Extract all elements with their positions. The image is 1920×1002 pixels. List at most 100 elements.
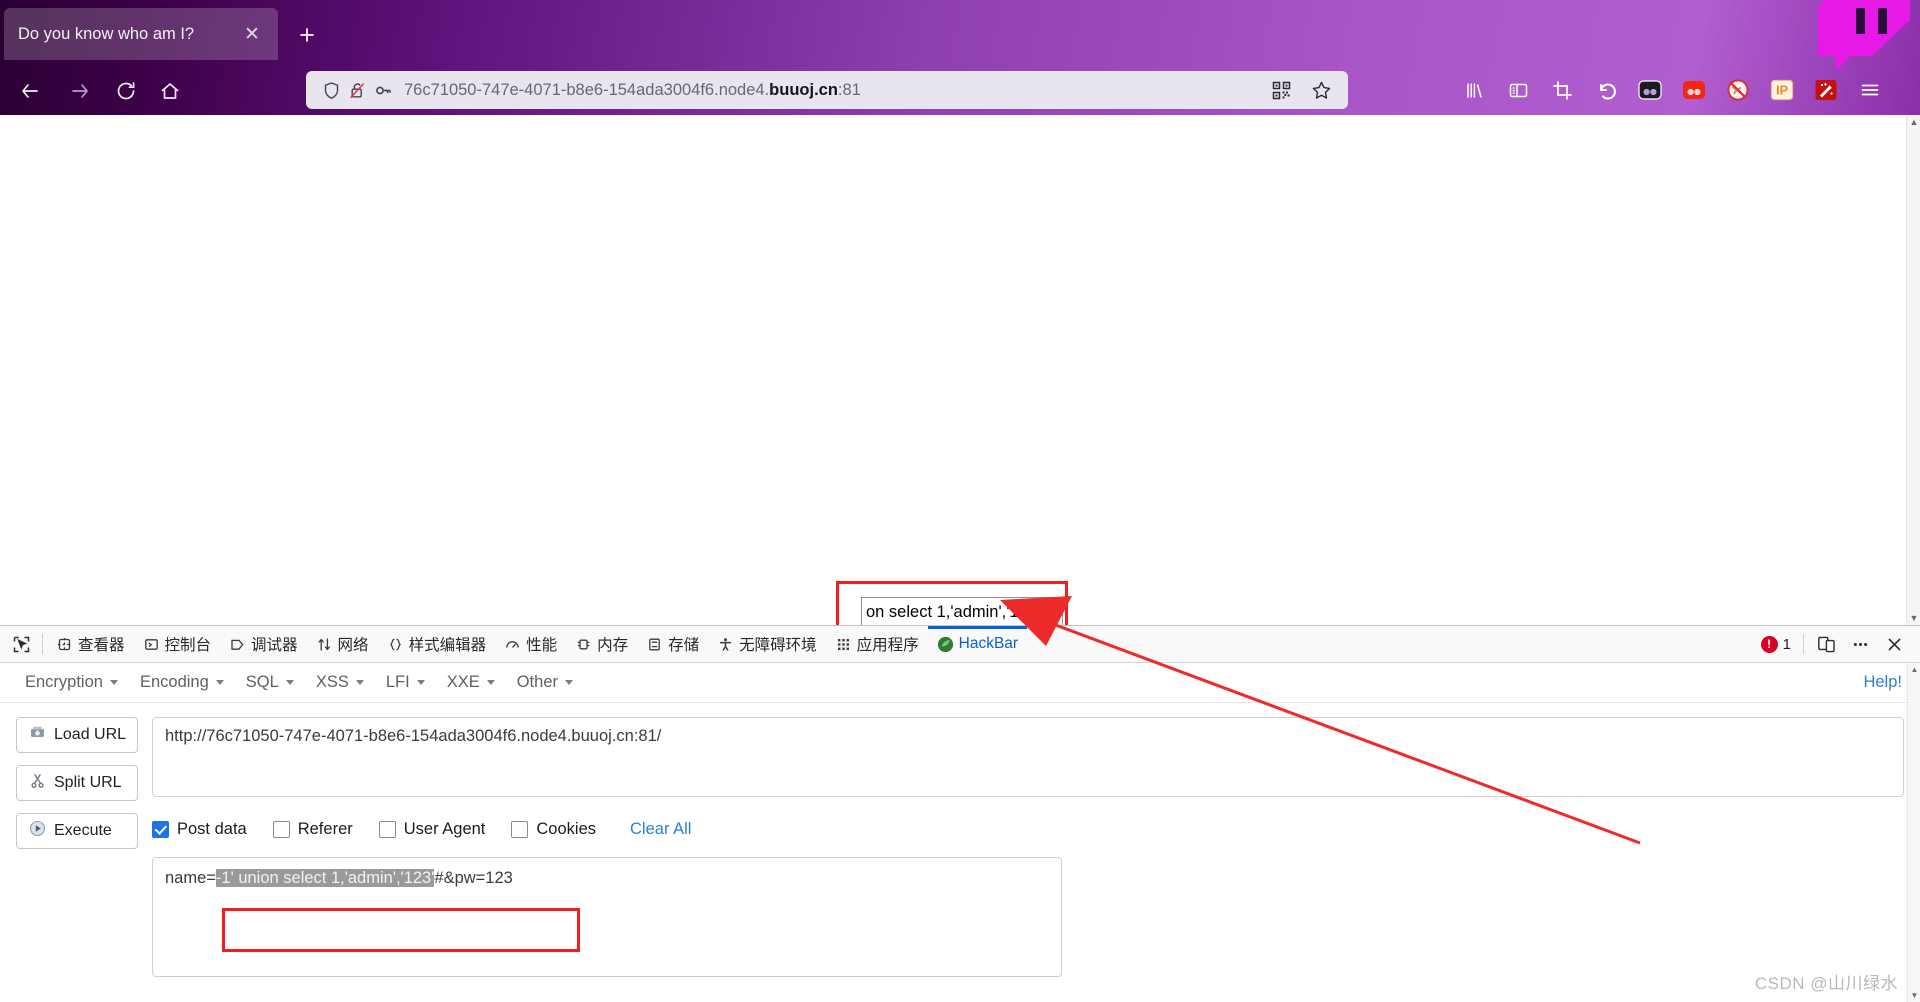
magic-wand-icon[interactable] — [1804, 71, 1848, 109]
scroll-down-arrow-icon[interactable]: ▼ — [1907, 611, 1920, 625]
new-tab-icon[interactable]: + — [292, 20, 322, 50]
checkbox-cookies[interactable]: Cookies — [511, 820, 596, 839]
dark-dots-extension-icon[interactable] — [1628, 71, 1672, 109]
bookmark-star-icon[interactable] — [1308, 77, 1334, 103]
error-count-badge[interactable]: ! 1 — [1760, 635, 1791, 653]
checkbox-user-agent[interactable]: User Agent — [378, 820, 485, 839]
hackbar-menu-sql[interactable]: SQL — [235, 669, 305, 696]
forward-arrow-icon — [62, 73, 98, 109]
toolbar-divider — [42, 634, 43, 654]
watermark: CSDN @山川绿水 — [1754, 974, 1898, 993]
hackbar-panel: Encryption Encoding SQL XSS LFI XXE Othe… — [0, 663, 1920, 977]
devtools-tab-application[interactable]: 应用程序 — [826, 626, 928, 662]
hackbar-menu-lfi[interactable]: LFI — [375, 669, 436, 696]
crop-screenshot-icon[interactable] — [1540, 71, 1584, 109]
button-label: Split URL — [54, 774, 122, 791]
browser-chrome: Do you know who am I? ✕ + 76c71050-747e-… — [0, 0, 1920, 115]
devtools-tab-debugger[interactable]: 调试器 — [220, 626, 307, 662]
devtools-tab-style-editor[interactable]: 样式编辑器 — [378, 626, 496, 662]
menu-label: Other — [516, 673, 558, 691]
element-picker-icon[interactable] — [4, 629, 38, 659]
key-icon[interactable] — [370, 77, 396, 103]
hackbar-menubar: Encryption Encoding SQL XSS LFI XXE Othe… — [0, 663, 1920, 703]
hamburger-menu-icon[interactable] — [1848, 71, 1892, 109]
close-icon[interactable]: ✕ — [240, 22, 264, 46]
menu-label: SQL — [245, 673, 279, 691]
load-url-icon — [29, 724, 46, 746]
devtools-tab-memory[interactable]: 内存 — [566, 626, 637, 662]
url-bar[interactable]: 76c71050-747e-4071-b8e6-154ada3004f6.nod… — [306, 71, 1348, 109]
devtools-tab-label: 性能 — [526, 637, 558, 654]
scroll-up-arrow-icon[interactable]: ▲ — [1907, 115, 1920, 129]
devtools-panel: 查看器 控制台 调试器 网络 样式编辑器 性能 内存 存储 无障碍环境 应用程序… — [0, 625, 1920, 1002]
scissors-icon — [29, 772, 46, 794]
devtools-tab-label: 应用程序 — [856, 637, 919, 654]
menu-label: XXE — [446, 673, 480, 691]
svg-text:IP: IP — [1776, 84, 1788, 98]
navigation-toolbar: 76c71050-747e-4071-b8e6-154ada3004f6.nod… — [0, 66, 1920, 115]
more-options-icon[interactable] — [1844, 629, 1876, 659]
hackbar-menu-xxe[interactable]: XXE — [436, 669, 506, 696]
qr-code-icon[interactable] — [1268, 77, 1294, 103]
hackbar-options-row: Post data Referer User Agent Cookies Cle… — [152, 817, 1904, 841]
split-url-button[interactable]: Split URL — [16, 765, 138, 801]
shield-icon[interactable] — [318, 77, 344, 103]
execute-button[interactable]: Execute — [16, 813, 138, 849]
responsive-design-mode-icon[interactable] — [1810, 629, 1842, 659]
clear-all-link[interactable]: Clear All — [630, 820, 691, 839]
undo-arrow-icon[interactable] — [1584, 71, 1628, 109]
back-arrow-icon[interactable] — [12, 73, 48, 109]
network-icon — [316, 636, 333, 653]
menu-label: XSS — [315, 673, 349, 691]
hackbar-menu-other[interactable]: Other — [506, 669, 584, 696]
sidebar-icon[interactable] — [1496, 71, 1540, 109]
post-data-selection: -1' union select 1,'admin','123' — [215, 869, 435, 887]
devtools-scrollbar[interactable]: ▲ ▼ — [1907, 663, 1920, 1002]
hackbar-menu-encoding[interactable]: Encoding — [129, 669, 235, 696]
library-icon[interactable] — [1452, 71, 1496, 109]
devtools-tab-storage[interactable]: 存储 — [637, 626, 708, 662]
hackbar-help-link[interactable]: Help! — [1863, 673, 1902, 692]
hackbar-menu-xss[interactable]: XSS — [305, 669, 375, 696]
block-ads-icon[interactable] — [1716, 71, 1760, 109]
devtools-tab-accessibility[interactable]: 无障碍环境 — [708, 626, 826, 662]
play-icon — [29, 820, 46, 842]
reload-icon[interactable] — [108, 73, 144, 109]
devtools-tab-inspector[interactable]: 查看器 — [47, 626, 134, 662]
hackbar-post-data-input[interactable]: name=-1' union select 1,'admin','123'#&p… — [152, 857, 1062, 977]
extension-toolbar: IP — [1452, 71, 1892, 109]
home-icon[interactable] — [152, 73, 188, 109]
checkbox-icon[interactable] — [378, 820, 396, 838]
devtools-tab-network[interactable]: 网络 — [307, 626, 378, 662]
load-url-button[interactable]: Load URL — [16, 717, 138, 753]
scroll-up-arrow-icon[interactable]: ▲ — [1908, 663, 1920, 676]
unlocked-padlock-icon[interactable] — [344, 77, 370, 103]
devtools-tab-console[interactable]: 控制台 — [134, 626, 221, 662]
hackbar-action-buttons: Load URL Split URL Execute — [16, 717, 138, 977]
devtools-tab-label: 控制台 — [164, 637, 212, 654]
debugger-icon — [229, 636, 246, 653]
scroll-down-arrow-icon[interactable]: ▼ — [1908, 989, 1920, 1002]
devtools-tab-performance[interactable]: 性能 — [495, 626, 566, 662]
checkbox-icon[interactable] — [511, 820, 529, 838]
checkbox-icon[interactable] — [272, 820, 290, 838]
page-scrollbar[interactable]: ▲ ▼ — [1906, 115, 1920, 625]
checkbox-post-data[interactable]: Post data — [152, 820, 247, 839]
checkbox-referer[interactable]: Referer — [272, 820, 353, 839]
performance-icon — [504, 636, 521, 653]
browser-tab[interactable]: Do you know who am I? ✕ — [4, 8, 278, 60]
devtools-tab-label: 查看器 — [78, 637, 125, 654]
hackbar-url-input[interactable] — [152, 717, 1904, 797]
close-devtools-icon[interactable] — [1878, 629, 1910, 659]
red-dots-extension-icon[interactable] — [1672, 71, 1716, 109]
checkbox-label: Post data — [177, 819, 247, 838]
post-data-suffix: #&pw=123 — [434, 869, 513, 887]
devtools-tab-hackbar[interactable]: HackBar — [928, 626, 1027, 662]
url-text[interactable]: 76c71050-747e-4071-b8e6-154ada3004f6.nod… — [404, 81, 1268, 100]
ip-extension-icon[interactable]: IP — [1760, 71, 1804, 109]
hackbar-menu-encryption[interactable]: Encryption — [14, 669, 129, 696]
style-editor-icon — [387, 636, 404, 653]
chevron-down-icon — [565, 680, 573, 685]
username-input[interactable] — [861, 597, 1063, 625]
checkbox-icon[interactable] — [152, 820, 169, 838]
